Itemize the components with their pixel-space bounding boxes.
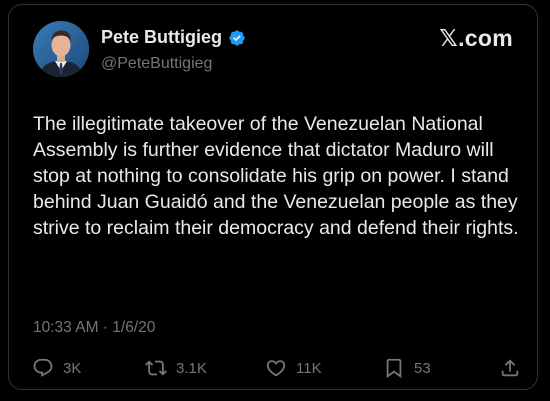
x-brand-logo: 𝕏.com	[439, 25, 513, 51]
bookmark-button[interactable]: 53	[383, 357, 431, 379]
reply-count: 3K	[63, 359, 82, 377]
tweet-card: Pete Buttigieg @PeteButtigieg 𝕏.com The …	[8, 4, 538, 390]
avatar[interactable]	[33, 21, 89, 77]
tweet-action-bar: 3K 3.1K 11K 53	[9, 357, 537, 385]
heart-icon	[266, 360, 286, 377]
speech-bubble-icon	[33, 358, 53, 377]
repost-button[interactable]: 3.1K	[145, 357, 207, 379]
verified-badge-icon	[228, 29, 246, 47]
tweet-text: The illegitimate takeover of the Venezue…	[33, 113, 519, 239]
tweet-timestamp[interactable]: 10:33 AM · 1/6/20	[33, 319, 155, 337]
author-name[interactable]: Pete Buttigieg	[101, 27, 222, 48]
repost-arrows-icon	[145, 360, 167, 376]
share-upload-icon	[501, 359, 519, 377]
bookmark-icon	[386, 358, 402, 379]
reply-button[interactable]: 3K	[32, 357, 81, 379]
repost-count: 3.1K	[176, 359, 207, 377]
share-button[interactable]	[499, 357, 521, 379]
author-handle[interactable]: @PeteButtigieg	[101, 55, 212, 73]
like-count: 11K	[296, 359, 322, 377]
bookmark-count: 53	[414, 359, 431, 377]
like-button[interactable]: 11K	[265, 357, 322, 379]
avatar-portrait-image	[33, 21, 89, 77]
author-name-row: Pete Buttigieg	[101, 27, 246, 48]
